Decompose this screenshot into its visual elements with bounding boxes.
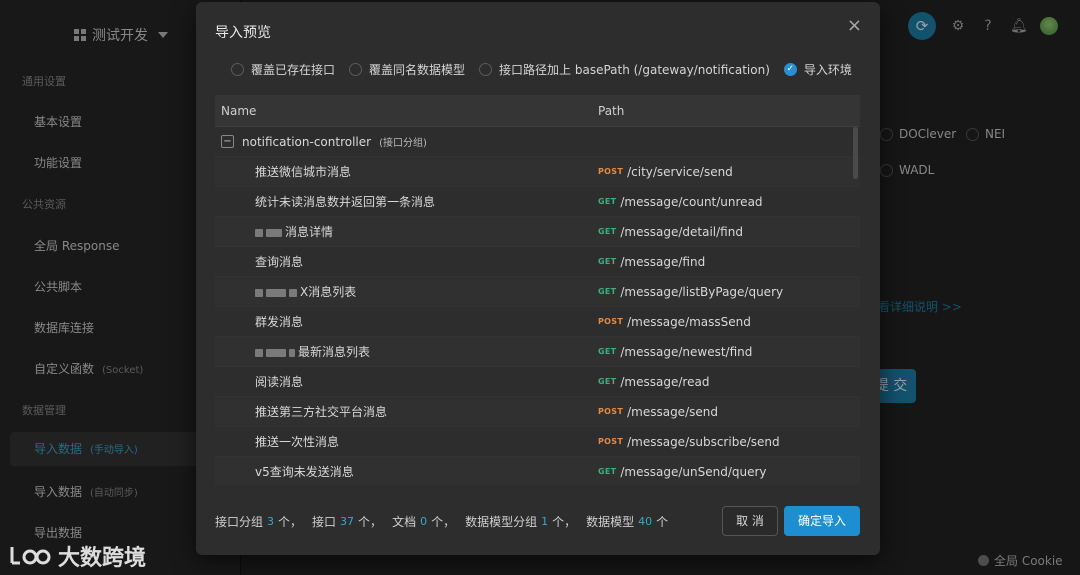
summary-count: 3 (267, 515, 275, 528)
table-row[interactable]: 查询消息 GET/message/find (215, 247, 860, 277)
checkbox-icon (231, 63, 244, 76)
option-label: 覆盖同名数据模型 (369, 63, 466, 77)
import-options: 覆盖已存在接口 覆盖同名数据模型 接口路径加上 basePath (/gatew… (231, 61, 866, 78)
summary-count: 1 (541, 515, 549, 528)
api-path: /message/unSend/query (620, 464, 767, 479)
checkbox-icon (349, 63, 363, 76)
brand-logo-icon (10, 547, 51, 565)
method-badge: GET (598, 287, 617, 296)
option-label: 覆盖已存在接口 (251, 63, 336, 77)
dialog-title: 导入预览 (215, 25, 271, 41)
option-label: 导入环境 (803, 63, 852, 77)
method-badge: POST (598, 407, 624, 416)
preview-table: Name Path − notification-controller (接口分组)… (215, 95, 860, 485)
import-preview-dialog: 导入预览 × 覆盖已存在接口 覆盖同名数据模型 接口路径加上 basePath … (196, 2, 880, 555)
summary-unit: 个， (552, 515, 577, 529)
api-name: 最新消息列表 (298, 345, 371, 359)
method-badge: POST (598, 437, 624, 446)
group-row[interactable]: − notification-controller (接口分组) (215, 127, 860, 157)
table-row[interactable]: 推送微信城市消息 POST/city/service/send (215, 157, 860, 187)
api-name: 群发消息 (255, 315, 304, 329)
checkbox-icon (479, 63, 493, 76)
redaction (255, 228, 263, 237)
api-path: /message/count/unread (620, 194, 763, 209)
api-path: /message/massSend (627, 314, 751, 329)
api-name: 统计未读消息数并返回第一条消息 (255, 195, 436, 209)
api-path: /message/newest/find (620, 344, 753, 359)
api-path: /message/send (627, 404, 718, 419)
api-path: /message/subscribe/send (627, 434, 780, 449)
table-scrollbar[interactable] (853, 127, 858, 179)
summary-count: 37 (340, 515, 355, 528)
table-row[interactable]: 推送第三方社交平台消息 POST/message/send (215, 397, 860, 427)
summary-count: 40 (638, 515, 653, 528)
method-badge: GET (598, 227, 617, 236)
api-path: /message/listByPage/query (620, 284, 784, 299)
summary-unit: 个， (431, 515, 456, 529)
summary-label: 数据模型 (586, 515, 635, 529)
summary-unit: 个， (278, 515, 303, 529)
api-name: 阅读消息 (255, 375, 304, 389)
table-row[interactable]: 阅读消息 GET/message/read (215, 367, 860, 397)
api-name: 推送第三方社交平台消息 (255, 405, 388, 419)
table-row[interactable]: 统计未读消息数并返回第一条消息 GET/message/count/unread (215, 187, 860, 217)
table-row[interactable]: v5查询未发送消息 GET/message/unSend/query (215, 457, 860, 485)
table-header: Name Path (215, 95, 860, 127)
option-overwrite-apis[interactable]: 覆盖已存在接口 (231, 61, 335, 78)
redaction (266, 288, 286, 297)
table-row[interactable]: X消息列表 GET/message/listByPage/query (215, 277, 860, 307)
column-path: Path (598, 103, 625, 118)
api-name: 消息详情 (285, 225, 334, 239)
method-badge: POST (598, 167, 624, 176)
redaction (289, 288, 297, 297)
redaction (289, 348, 295, 357)
method-badge: GET (598, 377, 617, 386)
summary-unit: 个， (358, 515, 383, 529)
api-name: 推送一次性消息 (255, 435, 340, 449)
summary-label: 接口分组 (215, 515, 264, 529)
close-icon[interactable]: × (847, 15, 862, 36)
api-name: X消息列表 (300, 285, 357, 299)
group-tag: (接口分组) (379, 138, 427, 149)
api-name: v5查询未发送消息 (255, 465, 354, 479)
summary-unit: 个 (656, 515, 669, 529)
redaction (266, 348, 286, 357)
option-add-basepath[interactable]: 接口路径加上 basePath (/gateway/notification) (479, 61, 770, 78)
collapse-icon[interactable]: − (221, 135, 234, 148)
cancel-button[interactable]: 取 消 (722, 506, 778, 536)
api-path: /message/find (620, 254, 706, 269)
summary-label: 文档 (392, 515, 417, 529)
confirm-import-button[interactable]: 确定导入 (784, 506, 860, 536)
api-name: 查询消息 (255, 255, 304, 269)
api-path: /message/read (620, 374, 710, 389)
table-row[interactable]: 群发消息 POST/message/massSend (215, 307, 860, 337)
method-badge: GET (598, 197, 617, 206)
summary-label: 接口 (312, 515, 337, 529)
option-import-env[interactable]: ✓ 导入环境 (783, 61, 852, 78)
summary-count: 0 (420, 515, 428, 528)
api-path: /city/service/send (627, 164, 733, 179)
app-window: 测试开发 通用设置 基本设置 功能设置 公共资源 全局 Response 公共脚… (0, 0, 1080, 575)
method-badge: GET (598, 257, 617, 266)
method-badge: POST (598, 317, 624, 326)
method-badge: GET (598, 467, 617, 476)
api-path: /message/detail/find (620, 224, 743, 239)
redaction (255, 288, 263, 297)
table-row[interactable]: 最新消息列表 GET/message/newest/find (215, 337, 860, 367)
summary-label: 数据模型分组 (465, 515, 538, 529)
api-name: 推送微信城市消息 (255, 165, 352, 179)
watermark-text: 大数跨境 (58, 546, 147, 571)
checkmark-icon: ✓ (783, 63, 797, 76)
column-name: Name (221, 103, 257, 118)
import-summary: 接口分组 3 个， 接口 37 个， 文档 0 个， 数据模型分组 1 个， 数… (215, 513, 668, 530)
redaction (266, 228, 282, 237)
watermark: 大数跨境 (8, 540, 146, 572)
redaction (255, 348, 263, 357)
option-overwrite-models[interactable]: 覆盖同名数据模型 (349, 61, 465, 78)
method-badge: GET (598, 347, 617, 356)
table-row[interactable]: 消息详情 GET/message/detail/find (215, 217, 860, 247)
table-row[interactable]: 推送一次性消息 POST/message/subscribe/send (215, 427, 860, 457)
group-name: notification-controller (242, 134, 372, 149)
option-label: 接口路径加上 basePath (/gateway/notification) (499, 63, 770, 77)
